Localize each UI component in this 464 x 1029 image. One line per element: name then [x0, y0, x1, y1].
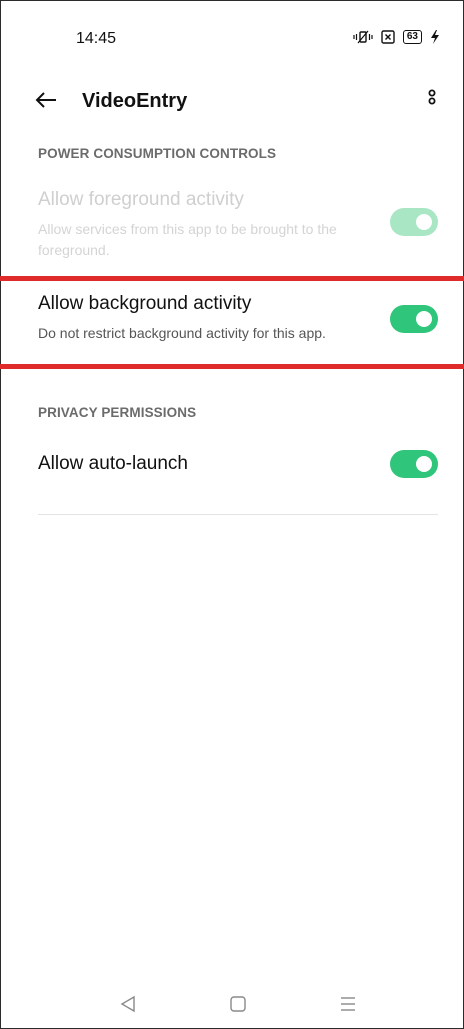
setting-row-background-activity[interactable]: Allow background activity Do not restric… — [0, 290, 464, 360]
battery-icon: 63 — [402, 30, 422, 44]
charging-icon — [430, 30, 440, 44]
foreground-activity-toggle — [390, 208, 438, 236]
nav-recents-button[interactable] — [336, 994, 360, 1018]
sim-off-icon — [381, 30, 395, 44]
toolbar: VideoEntry — [0, 80, 464, 124]
status-icons: 63 — [353, 30, 440, 44]
nav-home-button[interactable] — [226, 994, 250, 1018]
page-title: VideoEntry — [82, 90, 188, 112]
setting-row-auto-launch[interactable]: Allow auto-launch — [0, 448, 464, 484]
auto-launch-toggle[interactable] — [390, 450, 438, 478]
toggle-knob — [416, 456, 432, 472]
highlight-bottom-line — [0, 364, 464, 369]
nav-home-icon — [229, 995, 247, 1018]
status-time: 14:45 — [76, 30, 117, 47]
setting-title: Allow foreground activity — [38, 189, 244, 210]
nav-back-icon — [120, 995, 136, 1018]
more-vert-icon — [427, 89, 437, 116]
overflow-menu-button[interactable] — [418, 88, 446, 116]
section-header-power: POWER CONSUMPTION CONTROLS — [38, 146, 277, 161]
setting-row-foreground-activity: Allow foreground activity Allow services… — [0, 186, 464, 262]
toggle-knob — [416, 214, 432, 230]
setting-title: Allow background activity — [38, 293, 252, 314]
section-header-privacy: PRIVACY PERMISSIONS — [38, 405, 197, 420]
toggle-knob — [416, 311, 432, 327]
vibrate-icon — [353, 30, 373, 44]
highlight-top-line — [0, 276, 464, 281]
nav-back-button[interactable] — [116, 994, 140, 1018]
status-bar: 14:45 63 — [0, 0, 464, 80]
back-button[interactable] — [32, 88, 60, 116]
setting-description: Allow services from this app to be broug… — [38, 221, 337, 258]
navigation-bar — [0, 990, 464, 1022]
back-arrow-icon — [34, 90, 58, 115]
background-activity-toggle[interactable] — [390, 305, 438, 333]
setting-title: Allow auto-launch — [38, 453, 188, 474]
setting-description: Do not restrict background activity for … — [38, 325, 326, 341]
divider — [38, 514, 438, 515]
nav-recents-icon — [339, 995, 357, 1018]
